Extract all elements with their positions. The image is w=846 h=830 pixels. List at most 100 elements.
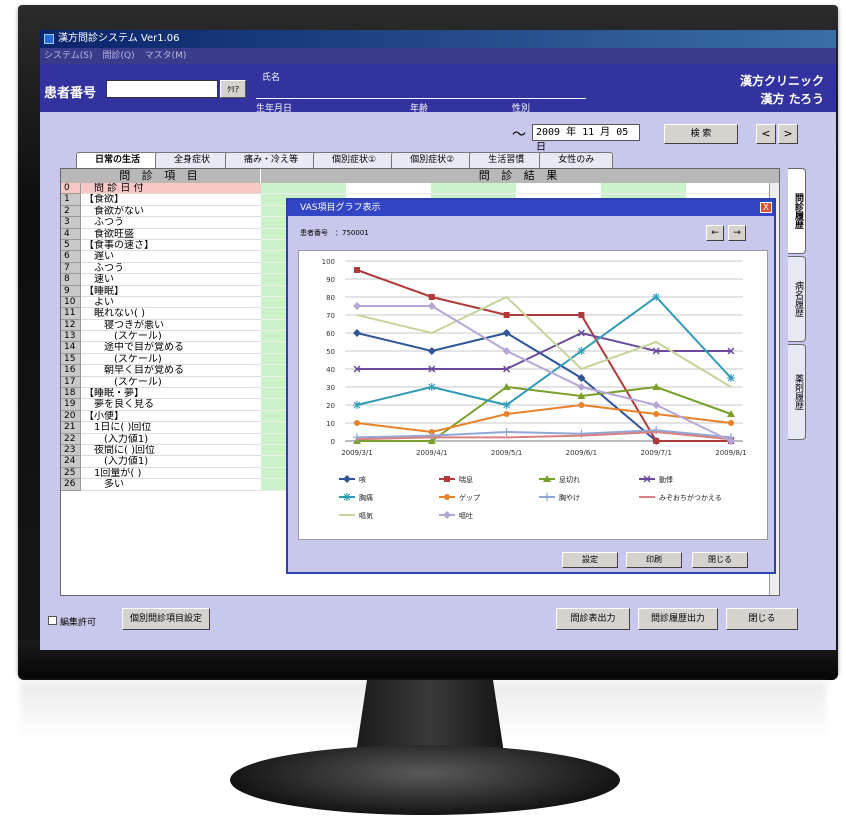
data-point <box>427 383 436 391</box>
y-tick-label: 70 <box>326 312 335 320</box>
dialog-settings-button[interactable]: 設定 <box>562 552 618 568</box>
row-number: 20 <box>61 410 81 423</box>
tab-pain-cold[interactable]: 痛み・冷え等 <box>225 152 318 168</box>
patient-number-input[interactable] <box>106 80 218 98</box>
photo-stage: { "app": { "title": "漢方問診システム Ver1.06", … <box>0 0 846 830</box>
data-point <box>354 420 360 426</box>
close-button[interactable]: 閉じる <box>726 608 798 630</box>
dialog-title: VAS項目グラフ表示 <box>300 203 381 213</box>
tab-female-only[interactable]: 女性のみ <box>539 152 614 168</box>
data-point <box>343 475 351 483</box>
row-number: 13 <box>61 331 81 343</box>
row-number: 21 <box>61 422 81 434</box>
row-label: (入力値1) <box>81 434 261 445</box>
data-point <box>543 493 551 501</box>
row-label: 【小便】 <box>81 411 261 423</box>
dialog-close-icon[interactable]: X <box>760 202 772 213</box>
data-point <box>578 402 585 408</box>
row-label: (入力値1) <box>81 456 261 468</box>
legend-label: 胸痛 <box>359 493 373 502</box>
data-point <box>653 438 660 444</box>
y-tick-label: 80 <box>326 294 335 302</box>
row-number: 23 <box>61 444 81 457</box>
result-column-shade <box>261 183 346 194</box>
series-line <box>357 305 732 442</box>
result-cell[interactable] <box>261 183 779 195</box>
tab-drug-history[interactable]: 薬剤履歴 <box>788 344 806 440</box>
row-label: 速い <box>81 274 261 286</box>
data-point <box>353 329 361 337</box>
history-tabs: 問診履歴 病名履歴 薬剤履歴 <box>788 168 806 442</box>
y-tick-label: 10 <box>326 420 335 428</box>
row-label: 眠れない( ) <box>81 308 261 320</box>
edit-permission-label: 編集許可 <box>60 618 97 628</box>
app-icon <box>44 34 54 44</box>
clinic-info: 漢方クリニック 漢方 たろう <box>740 72 824 108</box>
tab-daily-life[interactable]: 日常の生活 <box>76 152 160 168</box>
next-button[interactable]: > <box>778 124 798 144</box>
menu-interview[interactable]: 問診(Q) <box>102 48 134 64</box>
data-point <box>577 347 586 355</box>
legend-label: ゲップ <box>459 493 480 502</box>
row-number: 3 <box>61 217 81 229</box>
tab-general-symptoms[interactable]: 全身症状 <box>155 152 230 168</box>
print-sheet-button[interactable]: 問診表出力 <box>556 608 630 630</box>
dialog-next-button[interactable]: → <box>728 225 746 241</box>
row-number: 5 <box>61 239 81 252</box>
item-settings-button[interactable]: 個別問診項目設定 <box>122 608 210 630</box>
legend-label: 胸やけ <box>559 493 580 502</box>
row-label: 1日に( )回位 <box>81 422 261 434</box>
data-point <box>354 267 360 273</box>
legend-label: 喘息 <box>459 475 473 484</box>
search-button[interactable]: 検 索 <box>664 124 738 144</box>
grid-header-item: 問 診 項 目 <box>61 169 261 183</box>
row-label: (スケール) <box>81 354 261 366</box>
dialog-print-button[interactable]: 印刷 <box>626 552 682 568</box>
dialog-patient-number: 患者番号 ：750001 <box>300 229 369 237</box>
data-point <box>652 401 661 409</box>
y-tick-label: 100 <box>322 258 335 266</box>
menu-system[interactable]: システム(S) <box>44 48 92 64</box>
data-point <box>427 347 436 355</box>
menu-master[interactable]: マスタ(M) <box>145 48 187 64</box>
row-number: 22 <box>61 433 81 445</box>
tab-individual-1[interactable]: 個別症状① <box>313 152 396 168</box>
data-point <box>444 494 450 500</box>
x-tick-label: 2009/8/1 <box>715 449 746 457</box>
data-point <box>353 302 361 310</box>
row-label: 夢を良く見る <box>81 399 261 411</box>
header-divider <box>256 98 586 99</box>
dialog-close-button[interactable]: 閉じる <box>692 552 748 568</box>
row-number: 16 <box>61 365 81 377</box>
data-point <box>428 294 435 300</box>
row-label: 食欲がない <box>81 206 261 218</box>
row-number: 12 <box>61 319 81 332</box>
row-number: 0 <box>61 183 81 195</box>
row-label: 朝早く目が覚める <box>81 365 261 377</box>
x-tick-label: 2009/5/1 <box>491 449 522 457</box>
tab-disease-history[interactable]: 病名履歴 <box>788 256 806 342</box>
date-search-bar: ～ 2009 年 11 月 05 日 検 索 < > <box>40 120 836 153</box>
dialog-prev-button[interactable]: ← <box>706 225 724 241</box>
tab-individual-2[interactable]: 個別症状② <box>391 152 474 168</box>
row-number: 24 <box>61 456 81 468</box>
legend-label: 嘔気 <box>359 511 373 520</box>
print-history-button[interactable]: 問診履歴出力 <box>638 608 718 630</box>
tab-interview-history[interactable]: 問診履歴 <box>788 168 806 254</box>
app-window: 漢方問診システム Ver1.06 システム(S) 問診(Q) マスタ(M) 患者… <box>40 30 836 650</box>
result-column-shade <box>431 183 516 194</box>
row-label: 多い <box>81 479 261 491</box>
legend-label: みぞおちがつかえる <box>659 493 722 502</box>
row-label: 【食欲】 <box>81 194 261 206</box>
edit-permission-checkbox[interactable] <box>48 616 57 625</box>
clinic-name: 漢方クリニック <box>739 74 824 88</box>
row-label: よい <box>81 297 261 309</box>
vas-chart-area: 0 10 20 30 40 50 60 70 80 90 100 2009/3/1 2009/4/1 20… <box>298 250 768 540</box>
category-tabs: 日常の生活 全身症状 痛み・冷え等 個別症状① 個別症状② 生活習慣 女性のみ <box>76 152 614 168</box>
row-number: 6 <box>61 251 81 263</box>
clear-button[interactable]: ｸﾘｱ <box>220 80 246 98</box>
tab-lifestyle[interactable]: 生活習慣 <box>469 152 544 168</box>
date-field[interactable]: 2009 年 11 月 05 日 <box>532 124 640 153</box>
table-row[interactable]: 0 問 診 日 付 <box>61 183 779 195</box>
prev-button[interactable]: < <box>756 124 776 144</box>
